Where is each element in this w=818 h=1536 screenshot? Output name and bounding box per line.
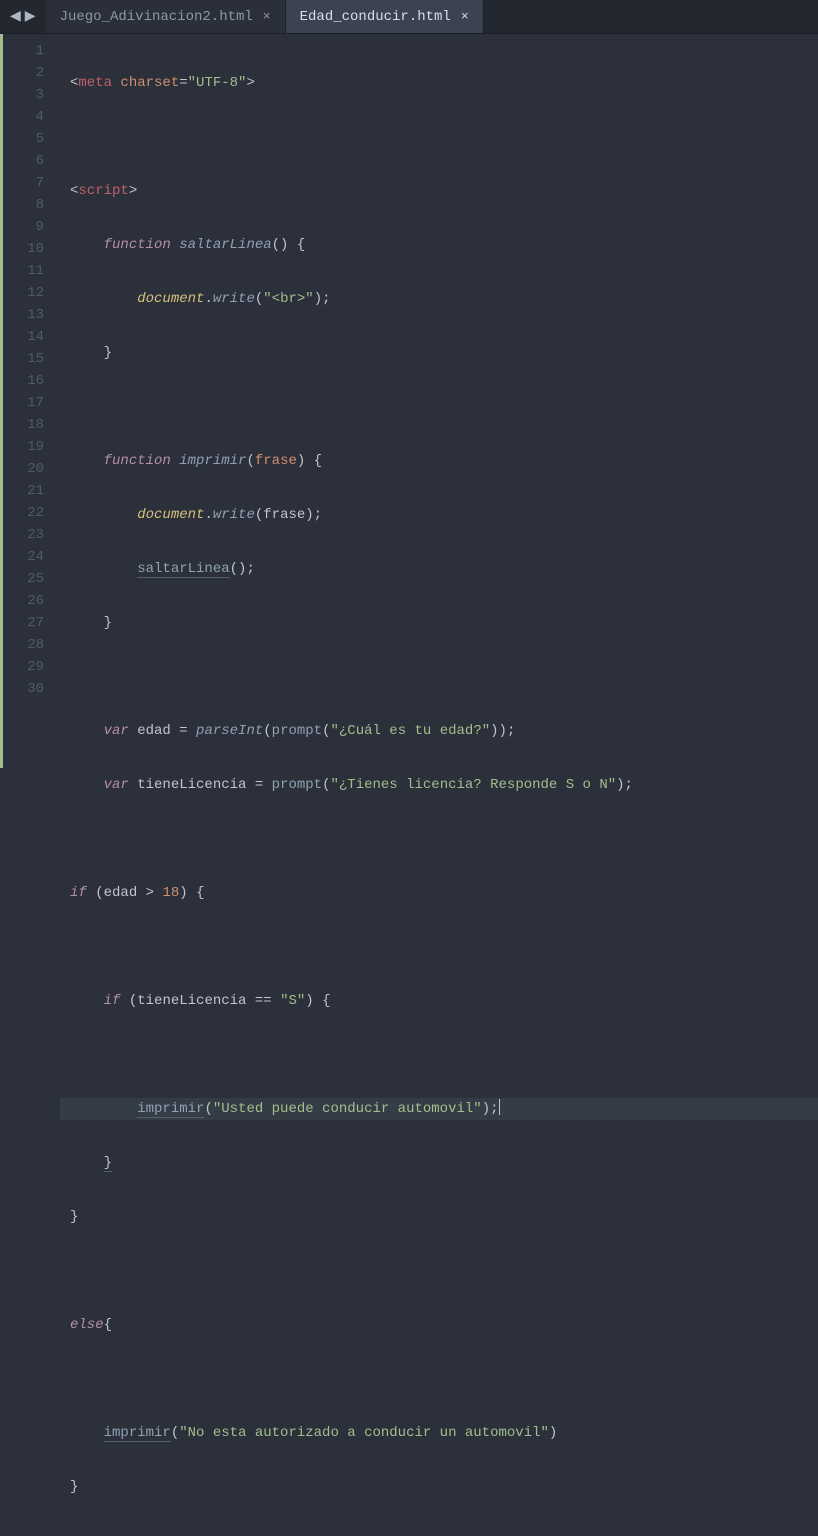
line-number: 4 <box>3 106 44 128</box>
line-number: 1 <box>3 40 44 62</box>
code-line: } <box>70 1206 818 1228</box>
line-number: 21 <box>3 480 44 502</box>
line-number: 24 <box>3 546 44 568</box>
code-line: if (tieneLicencia == "S") { <box>70 990 818 1012</box>
code-line <box>70 396 818 418</box>
code-line: function imprimir(frase) { <box>70 450 818 472</box>
code-line: <script> <box>70 180 818 202</box>
code-line: <meta charset="UTF-8"> <box>70 72 818 94</box>
code-line: } <box>70 1152 818 1174</box>
line-number: 26 <box>3 590 44 612</box>
line-number: 14 <box>3 326 44 348</box>
line-number: 25 <box>3 568 44 590</box>
code-line: else{ <box>70 1314 818 1336</box>
line-number: 18 <box>3 414 44 436</box>
tab-bar: ◀ ▶ Juego_Adivinacion2.html × Edad_condu… <box>0 0 818 34</box>
line-numbers: 1 2 3 4 5 6 7 8 9 10 11 12 13 14 15 16 1… <box>3 34 60 768</box>
line-number: 10 <box>3 238 44 260</box>
line-number: 17 <box>3 392 44 414</box>
line-number: 13 <box>3 304 44 326</box>
code-line: } <box>70 342 818 364</box>
line-number: 7 <box>3 172 44 194</box>
code-line <box>70 1530 818 1536</box>
code-line: var tieneLicencia = prompt("¿Tienes lice… <box>70 774 818 796</box>
line-number: 22 <box>3 502 44 524</box>
line-number: 27 <box>3 612 44 634</box>
code-line-highlighted: imprimir("Usted puede conducir automovil… <box>60 1098 818 1120</box>
line-number: 28 <box>3 634 44 656</box>
code-line <box>70 1368 818 1390</box>
code-line: function saltarLinea() { <box>70 234 818 256</box>
text-cursor <box>499 1099 501 1115</box>
tab-nav-arrows[interactable]: ◀ ▶ <box>0 0 46 33</box>
gutter: 1 2 3 4 5 6 7 8 9 10 11 12 13 14 15 16 1… <box>0 34 60 768</box>
line-number: 16 <box>3 370 44 392</box>
line-number: 8 <box>3 194 44 216</box>
line-number: 12 <box>3 282 44 304</box>
code-line: if (edad > 18) { <box>70 882 818 904</box>
code-line <box>70 126 818 148</box>
tab-label: Edad_conducir.html <box>300 9 451 25</box>
line-number: 11 <box>3 260 44 282</box>
line-number: 15 <box>3 348 44 370</box>
close-icon[interactable]: × <box>263 9 271 24</box>
line-number: 2 <box>3 62 44 84</box>
tab-label: Juego_Adivinacion2.html <box>60 9 253 25</box>
code-line: document.write("<br>"); <box>70 288 818 310</box>
tab-juego-adivinacion2[interactable]: Juego_Adivinacion2.html × <box>46 0 286 33</box>
line-number: 9 <box>3 216 44 238</box>
tab-edad-conducir[interactable]: Edad_conducir.html × <box>286 0 484 33</box>
line-number: 6 <box>3 150 44 172</box>
code-area[interactable]: <meta charset="UTF-8"> <script> function… <box>60 34 818 768</box>
code-line: imprimir("No esta autorizado a conducir … <box>70 1422 818 1444</box>
tab-prev-icon[interactable]: ◀ <box>8 8 23 25</box>
code-line <box>70 936 818 958</box>
line-number: 20 <box>3 458 44 480</box>
code-line: var edad = parseInt(prompt("¿Cuál es tu … <box>70 720 818 742</box>
line-number: 19 <box>3 436 44 458</box>
line-number: 3 <box>3 84 44 106</box>
code-line: } <box>70 1476 818 1498</box>
code-line: } <box>70 612 818 634</box>
code-line <box>70 828 818 850</box>
code-editor[interactable]: 1 2 3 4 5 6 7 8 9 10 11 12 13 14 15 16 1… <box>0 34 818 768</box>
code-line <box>70 1260 818 1282</box>
line-number: 29 <box>3 656 44 678</box>
code-line <box>70 666 818 688</box>
code-line: saltarLinea(); <box>70 558 818 580</box>
line-number: 23 <box>3 524 44 546</box>
tab-next-icon[interactable]: ▶ <box>23 8 38 25</box>
line-number: 5 <box>3 128 44 150</box>
line-number: 30 <box>3 678 44 700</box>
code-line: document.write(frase); <box>70 504 818 526</box>
code-line <box>70 1044 818 1066</box>
close-icon[interactable]: × <box>461 9 469 24</box>
